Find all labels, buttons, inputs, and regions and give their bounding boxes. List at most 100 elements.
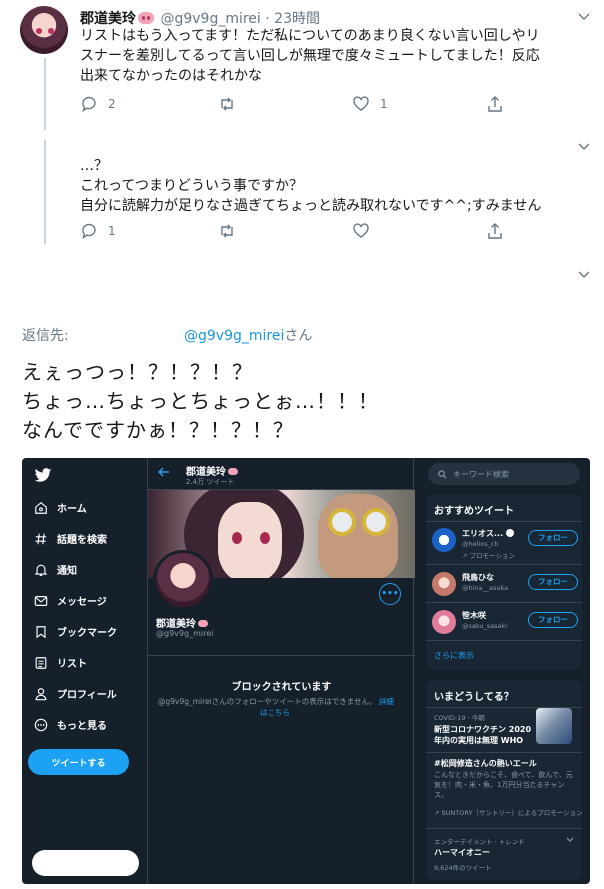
retweet-icon xyxy=(221,224,233,238)
reply-count: 2 xyxy=(108,97,116,111)
more-options-button[interactable]: ••• xyxy=(379,583,401,605)
follow-button[interactable]: フォロー xyxy=(528,530,578,546)
person-icon xyxy=(35,687,47,700)
profile-header-title: 郡道美玲 xyxy=(186,463,238,478)
trends-card: いまどうしてる？ COVID-19 · 今朝 新型コロナワクチン 2020 年内… xyxy=(426,680,583,880)
trends-title: いまどうしてる？ xyxy=(434,692,514,703)
pig-emoji-icon xyxy=(198,620,208,627)
show-more-link[interactable]: さらに表示 xyxy=(434,650,474,661)
account-switcher[interactable] xyxy=(32,850,139,876)
tweet-line: …？ xyxy=(80,158,108,174)
details-link[interactable]: はこちら xyxy=(260,708,290,717)
trend-description: こんなときだからこそ、食べて、飲んで、元気を！肉・米・魚、1万円分当たるチャンス… xyxy=(434,771,573,799)
heart-icon xyxy=(353,96,369,111)
trend-count: 9,624件のツイート xyxy=(434,864,492,872)
like-button[interactable] xyxy=(352,222,370,240)
reply-to-label: 返信先: xyxy=(22,328,69,344)
display-name[interactable]: 郡道美玲 xyxy=(80,11,136,27)
follow-button[interactable]: フォロー xyxy=(528,612,578,628)
user-handle: @helios_ch xyxy=(462,540,499,548)
trend-title[interactable]: #松岡修造さんの熱いエール xyxy=(434,758,537,769)
handle[interactable]: @g9v9g_mirei xyxy=(160,11,260,27)
avatar[interactable] xyxy=(20,6,68,54)
trend-thumbnail[interactable] xyxy=(536,708,572,744)
reply-to-handle[interactable]: @g9v9g_mireiさん xyxy=(184,325,312,345)
back-arrow-icon[interactable] xyxy=(158,467,170,477)
tweet-line: スナーを差別してるって言い回しが無理で度々ミュートしてました！反応 xyxy=(80,48,540,64)
chevron-down-icon[interactable] xyxy=(578,10,590,24)
chevron-down-icon[interactable] xyxy=(578,268,590,282)
user-name: 笹木咲 xyxy=(462,611,486,620)
reply-button[interactable]: 2 xyxy=(80,95,116,113)
search-input[interactable]: キーワード検索 xyxy=(428,463,580,485)
nav-bookmarks[interactable]: ブックマーク xyxy=(34,624,117,639)
tweet-count: 2.4万 ツイート xyxy=(186,478,235,486)
share-icon xyxy=(488,223,502,239)
share-icon xyxy=(488,96,502,112)
chevron-down-icon[interactable] xyxy=(566,837,574,843)
retweet-button[interactable] xyxy=(218,222,236,240)
reply-button[interactable]: 1 xyxy=(80,222,116,240)
profile-header: 郡道美玲 2.4万 ツイート xyxy=(148,458,413,490)
nav-explore[interactable]: 話題を検索 xyxy=(34,531,107,546)
profile-column: 郡道美玲 2.4万 ツイート ••• 郡道美玲 @g9v9g_mirei ブロッ… xyxy=(147,458,415,884)
bell-icon xyxy=(34,564,48,576)
profile-avatar[interactable] xyxy=(153,550,213,610)
thread-line xyxy=(44,58,46,130)
tweet-actions: 1 xyxy=(80,222,510,242)
tweet-line: リストはもう入ってます！ただ私についてのあまり良くない言い回しやリ xyxy=(80,28,540,44)
right-sidebar: キーワード検索 おすすめツイート エリオス... @helios_ch ↗ プロ… xyxy=(424,458,584,884)
retweet-button[interactable] xyxy=(218,95,246,113)
nav-lists[interactable]: リスト xyxy=(34,655,87,670)
user-handle: @saku_sasaki xyxy=(462,622,508,630)
trend-title[interactable]: 年内の実用は無理 WHO xyxy=(434,735,523,746)
timestamp[interactable]: · 23時間 xyxy=(265,11,320,27)
verified-icon xyxy=(505,529,514,537)
promotion-label: ↗ SUNTORY（サントリー）によるプロモーション xyxy=(434,809,583,817)
promotion-label: ↗ プロモーション xyxy=(462,552,515,560)
main-tweet-text: えぇっつっ！？！？！？ ちょっ…ちょっとちょっとぉ…！！！ なんでですかぁ！？！… xyxy=(22,360,379,442)
more-circle-icon xyxy=(34,718,48,731)
recommended-user[interactable]: 笹木咲 @saku_sasaki フォロー xyxy=(432,606,578,640)
details-link[interactable]: 詳細 xyxy=(379,697,394,706)
trend-meta: COVID-19 · 今朝 xyxy=(434,714,485,722)
nav-home[interactable]: ホーム xyxy=(34,500,87,515)
nav-profile[interactable]: プロフィール xyxy=(34,686,117,701)
twitter-bird-icon[interactable] xyxy=(34,468,52,483)
user-handle: @hina__asuka xyxy=(462,584,509,592)
chevron-down-icon[interactable] xyxy=(578,140,590,154)
home-icon xyxy=(35,501,47,514)
recommend-card: おすすめツイート エリオス... @helios_ch ↗ プロモーション フォ… xyxy=(426,494,582,670)
left-navigation: ホーム 話題を検索 通知 メッセージ ブックマーク リスト プロフィール もっと… xyxy=(22,458,148,884)
follow-button[interactable]: フォロー xyxy=(528,574,578,590)
attached-screenshot[interactable]: ホーム 話題を検索 通知 メッセージ ブックマーク リスト プロフィール もっと… xyxy=(22,458,590,884)
nav-notifications[interactable]: 通知 xyxy=(34,562,77,577)
tweet-button[interactable]: ツイートする xyxy=(28,749,129,775)
share-button[interactable] xyxy=(486,95,504,113)
avatar[interactable] xyxy=(432,572,456,596)
divider xyxy=(148,655,415,656)
recommended-user[interactable]: 飛鳥ひな @hina__asuka フォロー xyxy=(432,568,578,602)
nav-messages[interactable]: メッセージ xyxy=(34,593,107,608)
tweet-text: …？ これってつまりどういう事ですか？ 自分に読解力が足りなさ過ぎてちょっと読み… xyxy=(80,156,541,216)
profile-handle: @g9v9g_mirei xyxy=(156,629,214,638)
avatar[interactable] xyxy=(432,610,456,634)
pig-emoji-icon xyxy=(138,12,154,24)
recommended-user[interactable]: エリオス... @helios_ch ↗ プロモーション フォロー xyxy=(432,524,578,560)
recommend-title: おすすめツイート xyxy=(434,506,514,517)
tweet-line: 出来てなかったのはそれかな xyxy=(80,68,262,84)
nav-more[interactable]: もっと見る xyxy=(34,717,107,732)
mail-icon xyxy=(34,595,48,606)
hashtag-icon xyxy=(35,533,47,544)
share-button[interactable] xyxy=(486,222,504,240)
trend-meta: エンターテイメント · トレンド xyxy=(434,838,525,846)
avatar[interactable] xyxy=(432,528,456,552)
list-icon xyxy=(35,656,47,669)
blocked-message: @g9v9g_mireiさんのフォローやツイートの表示はできません。 詳細 はこ… xyxy=(158,697,394,717)
trend-title[interactable]: 新型コロナワクチン 2020 xyxy=(434,724,531,735)
tweet-line: 自分に読解力が足りなさ過ぎてちょっと読み取れないです^^;すみません xyxy=(80,198,542,214)
user-name: エリオス... xyxy=(462,528,514,539)
retweet-icon xyxy=(221,97,233,111)
trend-title[interactable]: ハーマイオニー xyxy=(434,847,490,858)
like-button[interactable]: 1 xyxy=(352,95,388,113)
